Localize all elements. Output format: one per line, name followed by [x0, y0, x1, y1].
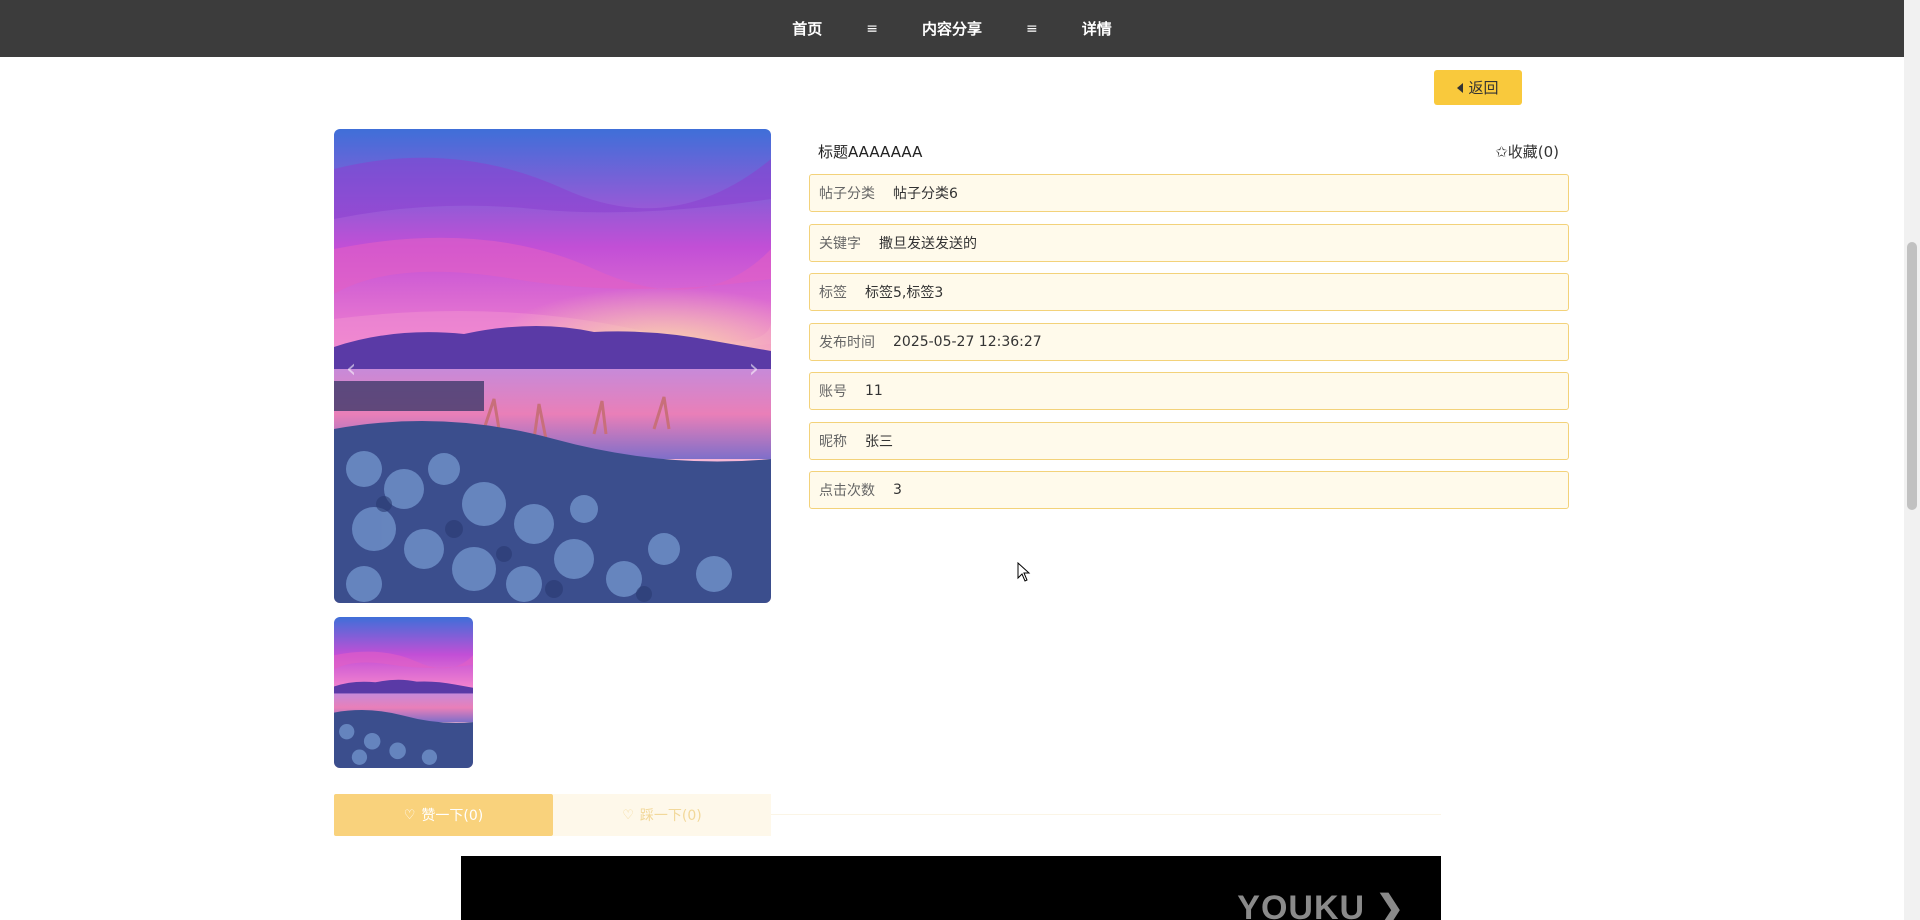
- field-label: 帖子分类: [819, 186, 875, 202]
- like-button[interactable]: ♡ 赞一下(0): [334, 794, 553, 836]
- landscape-photo: [334, 129, 771, 603]
- mouse-cursor-icon: [1017, 562, 1031, 582]
- field-label: 标签: [819, 285, 847, 301]
- field-value: 3: [893, 482, 902, 498]
- back-button-label: 返回: [1468, 80, 1499, 97]
- video-player[interactable]: YOUKU ❯: [461, 856, 1441, 920]
- like-button-label: 赞一下(0): [421, 808, 484, 824]
- field-value: 标签5,标签3: [865, 285, 944, 301]
- breadcrumb-separator-icon: ≡: [866, 20, 878, 37]
- thumbnail-photo: [334, 617, 473, 768]
- field-value: 张三: [865, 433, 893, 450]
- post-title: 标题AAAAAAA: [818, 142, 923, 161]
- carousel-next-icon[interactable]: ›: [749, 354, 759, 384]
- main-image-carousel[interactable]: ‹ ›: [334, 129, 771, 603]
- top-nav-bar: 首页 ≡ 内容分享 ≡ 详情: [0, 0, 1904, 57]
- field-label: 账号: [819, 384, 847, 400]
- dislike-button[interactable]: ♡ 踩一下(0): [553, 794, 771, 836]
- youku-logo: YOUKU ❯: [1237, 888, 1405, 920]
- scrollbar-thumb[interactable]: [1907, 242, 1917, 510]
- field-value: 撒旦发送发送的: [879, 235, 977, 252]
- field-label: 昵称: [819, 433, 847, 450]
- breadcrumb-home[interactable]: 首页: [770, 18, 844, 39]
- thumbnail-image[interactable]: [334, 617, 473, 768]
- breadcrumb-detail[interactable]: 详情: [1060, 18, 1134, 39]
- breadcrumb-separator-icon: ≡: [1026, 20, 1038, 37]
- page-scrollbar[interactable]: [1904, 0, 1920, 920]
- field-account: 账号 11: [809, 372, 1569, 410]
- video-logo-text: YOUKU: [1237, 889, 1366, 920]
- field-label: 发布时间: [819, 334, 875, 351]
- favorite-button[interactable]: ✩收藏(0): [1495, 141, 1569, 162]
- back-button[interactable]: 返回: [1434, 70, 1522, 105]
- post-title-row: 标题AAAAAAA ✩收藏(0): [809, 140, 1569, 162]
- breadcrumb-content-share[interactable]: 内容分享: [900, 18, 1004, 39]
- field-click-count: 点击次数 3: [809, 471, 1569, 509]
- thumbs-up-icon: ♡: [403, 807, 416, 823]
- field-value: 11: [865, 383, 883, 399]
- divider: [771, 814, 1441, 815]
- post-detail-fields: 帖子分类 帖子分类6 关键字 撒旦发送发送的 标签 标签5,标签3 发布时间 2…: [809, 174, 1569, 521]
- field-keywords: 关键字 撒旦发送发送的: [809, 223, 1569, 262]
- caret-left-icon: [1457, 82, 1464, 93]
- field-category: 帖子分类 帖子分类6: [809, 174, 1569, 212]
- field-value: 帖子分类6: [893, 186, 958, 202]
- field-label: 点击次数: [819, 483, 875, 499]
- carousel-prev-icon[interactable]: ‹: [346, 354, 356, 384]
- field-publish-time: 发布时间 2025-05-27 12:36:27: [809, 322, 1569, 361]
- thumbs-down-icon: ♡: [622, 807, 634, 823]
- breadcrumb: 首页 ≡ 内容分享 ≡ 详情: [770, 18, 1134, 39]
- dislike-button-label: 踩一下(0): [639, 808, 702, 824]
- field-tags: 标签 标签5,标签3: [809, 273, 1569, 311]
- field-value: 2025-05-27 12:36:27: [893, 333, 1042, 350]
- field-nickname: 昵称 张三: [809, 421, 1569, 460]
- field-label: 关键字: [819, 235, 861, 252]
